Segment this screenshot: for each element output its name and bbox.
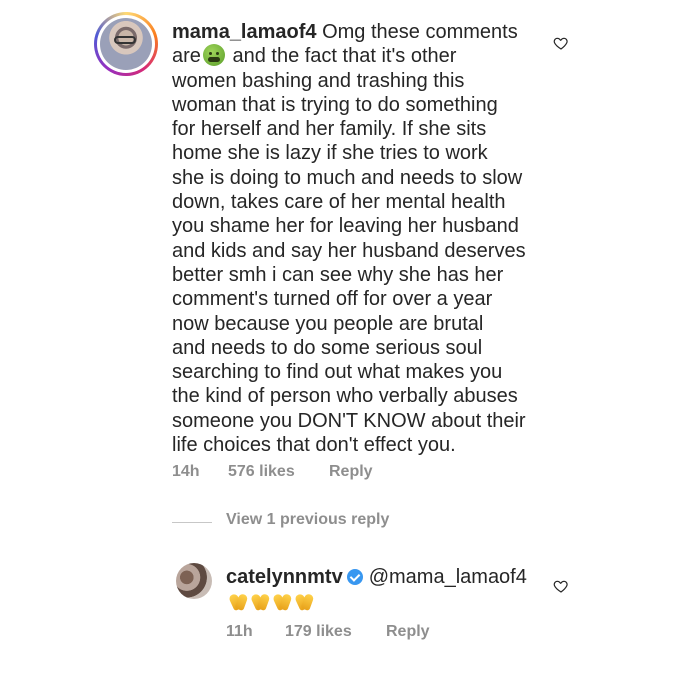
heart-outline-icon[interactable] xyxy=(553,35,569,51)
clapping-hands-icon xyxy=(294,591,314,611)
nauseated-face-emoji-icon xyxy=(202,44,225,67)
divider-line xyxy=(172,522,212,523)
heart-outline-icon[interactable] xyxy=(553,578,569,594)
reply-username[interactable]: catelynnmtv xyxy=(226,566,343,588)
clapping-hands-icon xyxy=(250,591,270,611)
comment-text-part-2: and the fact that it's other women bashi… xyxy=(172,45,526,457)
verified-badge-icon xyxy=(346,569,363,585)
comment-likes[interactable]: 576 likes xyxy=(228,463,295,481)
reply-reply-button[interactable]: Reply xyxy=(386,623,430,641)
reply-time: 11h xyxy=(226,623,253,640)
clapping-hands-emoji-row xyxy=(228,591,316,615)
avatar-image xyxy=(100,18,152,70)
view-previous-replies-link[interactable]: View 1 previous reply xyxy=(226,511,389,529)
reply-likes[interactable]: 179 likes xyxy=(285,623,352,641)
commenter-avatar[interactable] xyxy=(94,12,158,76)
comment-time: 14h xyxy=(172,463,200,480)
comment-body: mama_lamaof4 Omg these comments are and … xyxy=(172,20,552,457)
reply-mention[interactable]: @mama_lamaof4 xyxy=(369,566,527,588)
comment-reply-button[interactable]: Reply xyxy=(329,463,373,481)
reply-avatar[interactable] xyxy=(176,563,212,599)
clapping-hands-icon xyxy=(272,591,292,611)
clapping-hands-icon xyxy=(228,591,248,611)
reply-body: catelynnmtv @mama_lamaof4 xyxy=(226,565,527,589)
comment-username[interactable]: mama_lamaof4 xyxy=(172,21,317,43)
